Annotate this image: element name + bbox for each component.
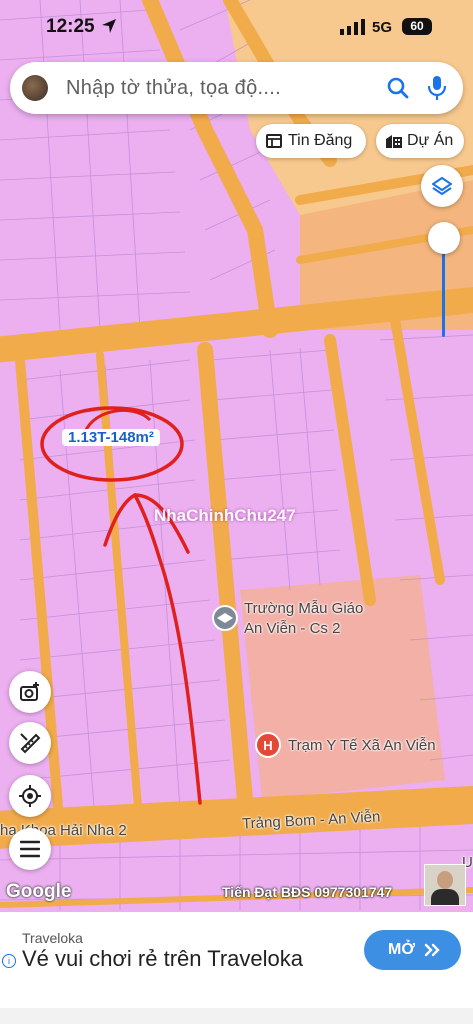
- avatar[interactable]: [22, 75, 48, 101]
- du-an-button[interactable]: Dự Án: [376, 124, 464, 158]
- ad-info-icon[interactable]: i: [2, 954, 16, 968]
- google-logo: Google: [6, 881, 72, 902]
- measure-icon: [20, 733, 41, 754]
- svg-text:H: H: [263, 738, 272, 753]
- search-bar[interactable]: Nhập tờ thửa, tọa độ....: [10, 62, 463, 114]
- credit-avatar: [424, 864, 466, 906]
- tin-dang-button[interactable]: Tin Đăng: [256, 124, 366, 158]
- camera-add-icon: [20, 682, 39, 701]
- battery-level: 60: [402, 18, 432, 35]
- clinic-label[interactable]: Trạm Y Tế Xã An Viễn: [288, 737, 436, 754]
- opacity-slider-handle[interactable]: [428, 222, 460, 254]
- ad-open-button[interactable]: MỞ: [364, 930, 461, 970]
- search-input[interactable]: Nhập tờ thửa, tọa độ....: [66, 77, 281, 100]
- ad-source: Traveloka: [22, 930, 83, 946]
- news-icon: [266, 134, 282, 148]
- status-bar: 12:25 5G 60: [0, 0, 473, 56]
- watermark: NhaChinhChu247: [154, 506, 296, 525]
- double-chevron-right-icon: [424, 943, 440, 957]
- ad-open-label: MỞ: [388, 941, 415, 958]
- menu-button[interactable]: [9, 828, 51, 870]
- parcel-label[interactable]: 1.13T-148m²: [62, 429, 160, 446]
- my-location-button[interactable]: [9, 775, 51, 817]
- opacity-slider-track[interactable]: [442, 240, 445, 337]
- bottom-bar: [0, 1008, 473, 1024]
- camera-button[interactable]: [9, 671, 51, 713]
- school-label[interactable]: Trường Mẫu Giáo: [244, 600, 363, 617]
- search-icon[interactable]: [386, 76, 410, 100]
- signal-icon: [340, 19, 365, 35]
- layers-button[interactable]: [421, 165, 463, 207]
- ad-banner[interactable]: Traveloka i Vé vui chơi rẻ trên Travelok…: [0, 912, 473, 1024]
- ad-headline[interactable]: Vé vui chơi rẻ trên Traveloka: [22, 946, 303, 972]
- my-location-icon: [19, 785, 41, 807]
- mic-icon[interactable]: [427, 75, 447, 101]
- credit-text: Tiến Đạt BĐS 0977301747: [222, 884, 393, 900]
- status-time: 12:25: [46, 16, 95, 37]
- school-label-2[interactable]: An Viễn - Cs 2: [244, 620, 340, 637]
- measure-button[interactable]: [9, 722, 51, 764]
- layers-icon: [432, 176, 452, 196]
- network-type: 5G: [372, 19, 393, 36]
- tin-dang-label: Tin Đăng: [288, 132, 353, 149]
- clinic-marker: H: [255, 732, 281, 758]
- du-an-label: Dự Án: [407, 132, 454, 149]
- location-arrow-icon: [102, 19, 116, 33]
- menu-icon: [20, 840, 40, 858]
- building-icon: [386, 135, 402, 148]
- school-marker: [212, 605, 238, 631]
